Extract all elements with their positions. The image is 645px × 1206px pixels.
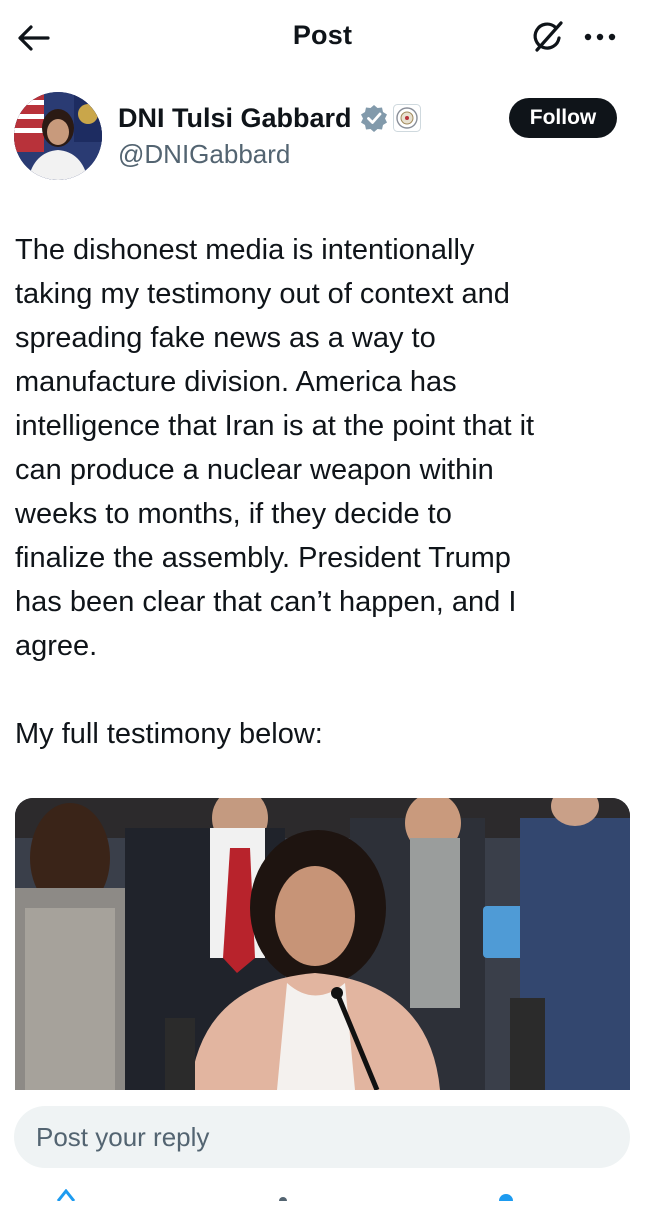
- more-horizontal-icon[interactable]: [578, 20, 622, 54]
- reply-bar[interactable]: Post your reply: [14, 1106, 630, 1168]
- reply-input[interactable]: Post your reply: [36, 1106, 209, 1168]
- video-thumbnail[interactable]: [15, 798, 630, 1090]
- verified-gray-badge-icon[interactable]: [359, 103, 389, 133]
- author-display-name[interactable]: DNI Tulsi Gabbard: [118, 103, 352, 134]
- author-name-row: DNI Tulsi Gabbard: [118, 100, 421, 136]
- top-bar: Post: [0, 0, 645, 78]
- grok-icon[interactable]: [528, 18, 566, 58]
- author-handle[interactable]: @DNIGabbard: [118, 139, 290, 170]
- post-text: The dishonest media is intentionally tak…: [15, 234, 535, 750]
- avatar[interactable]: [14, 92, 102, 180]
- follow-button[interactable]: Follow: [509, 98, 617, 138]
- dni-seal-icon[interactable]: [392, 104, 421, 132]
- bottom-nav-partial: [0, 1188, 645, 1206]
